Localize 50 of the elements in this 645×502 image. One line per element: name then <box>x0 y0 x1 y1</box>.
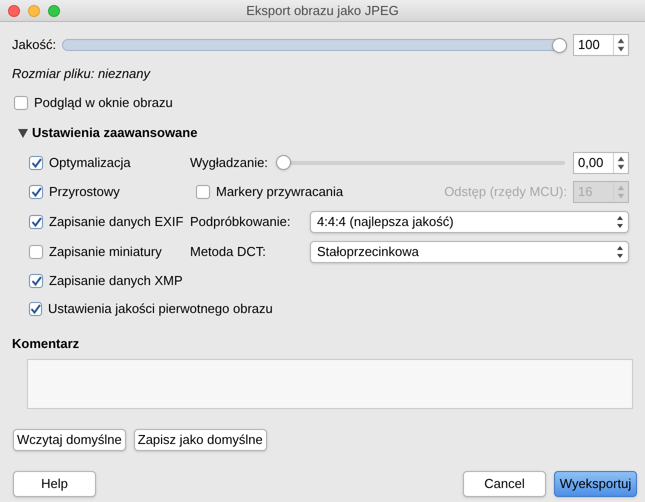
comment-field[interactable] <box>27 359 633 409</box>
field-label: Podpróbkowanie: <box>190 213 292 232</box>
dialog-button[interactable]: Cancel <box>463 471 546 497</box>
interval-label: Odstęp (rzędy MCU): <box>444 183 567 202</box>
slider-thumb[interactable] <box>552 38 567 52</box>
updown-arrows-icon <box>616 245 624 259</box>
field-label: Metoda DCT: <box>190 243 267 262</box>
quality-slider[interactable] <box>62 37 567 53</box>
checkmark-icon <box>30 276 42 286</box>
smoothing-slider[interactable] <box>276 154 565 170</box>
checkbox-label: Podgląd w oknie obrazu <box>34 94 173 112</box>
checkbox[interactable] <box>29 302 42 316</box>
comment-label: Komentarz <box>12 334 80 352</box>
window-title: Eksport obrazu jako JPEG <box>246 2 399 20</box>
checkmark-icon <box>30 304 41 314</box>
dropdown[interactable]: 4:4:4 (najlepsza jakość) <box>310 211 629 233</box>
checkbox-label: Markery przywracania <box>216 183 344 202</box>
checkmark-icon <box>30 158 42 168</box>
checkbox-label: Optymalizacja <box>49 154 131 172</box>
updown-arrows-icon <box>616 215 624 229</box>
dialog-button[interactable]: Help <box>13 471 96 497</box>
export-button[interactable]: Wyeksportuj <box>554 471 637 497</box>
defaults-button[interactable]: Wczytaj domyślne <box>13 429 126 451</box>
checkbox-label: Przyrostowy <box>49 183 120 202</box>
checkbox[interactable] <box>29 274 43 288</box>
slider-thumb[interactable] <box>276 155 291 170</box>
close-icon[interactable] <box>8 5 20 17</box>
checkbox-label: Zapisanie danych EXIF <box>49 213 184 232</box>
checkbox-label: Ustawienia jakości pierwotnego obrazu <box>48 300 273 318</box>
checkbox-label: Zapisanie miniatury <box>49 243 162 262</box>
checkmark-icon <box>30 217 42 227</box>
checkbox-label: Zapisanie danych XMP <box>49 272 183 290</box>
defaults-button[interactable]: Zapisz jako domyślne <box>134 429 267 451</box>
smoothing-spinbox[interactable]: 0,00 <box>573 152 629 174</box>
smoothing-label: Wygładzanie: <box>190 154 268 172</box>
checkbox[interactable] <box>29 215 43 229</box>
section-toggle[interactable]: Ustawienia zaawansowane <box>0 118 645 148</box>
checkbox[interactable] <box>29 185 43 199</box>
checkbox[interactable] <box>14 96 28 110</box>
maximize-icon[interactable] <box>48 5 60 17</box>
quality-label: Jakość: <box>12 36 56 54</box>
checkbox[interactable] <box>29 156 43 170</box>
checkbox[interactable] <box>196 185 210 199</box>
dropdown[interactable]: Stałoprzecinkowa <box>310 241 629 263</box>
quality-spinbox[interactable]: 100 <box>573 34 629 56</box>
file-size-text: Rozmiar pliku: nieznany <box>12 65 150 84</box>
checkmark-icon <box>30 187 42 197</box>
minimize-icon[interactable] <box>28 5 40 17</box>
disclosure-triangle-icon <box>18 128 28 138</box>
checkbox[interactable] <box>29 245 43 259</box>
